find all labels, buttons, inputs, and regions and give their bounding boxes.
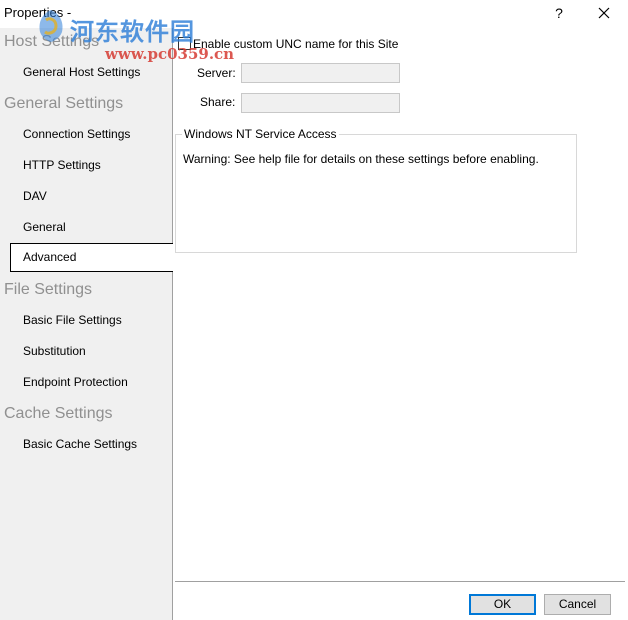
sidebar-item-http-settings[interactable]: HTTP Settings [10, 151, 172, 180]
sidebar-item-basic-file-settings[interactable]: Basic File Settings [10, 306, 172, 335]
server-field[interactable] [241, 63, 400, 83]
watermark-logo-icon [39, 10, 63, 42]
sidebar-item-connection-settings[interactable]: Connection Settings [10, 120, 172, 149]
watermark-url-text: www.pc0359.cn [105, 45, 235, 63]
help-button[interactable]: ? [548, 3, 570, 23]
sidebar-item-general[interactable]: General [10, 213, 172, 242]
share-field[interactable] [241, 93, 400, 113]
settings-sidebar: Host Settings General Host Settings Gene… [0, 28, 173, 620]
close-button[interactable] [590, 3, 618, 23]
sidebar-item-advanced[interactable]: Advanced [10, 243, 173, 272]
watermark-cn-text: 河东软件园 [70, 18, 195, 46]
group-header-general-settings: General Settings [4, 95, 124, 112]
cancel-button[interactable]: Cancel [544, 594, 611, 615]
sidebar-item-endpoint-protection[interactable]: Endpoint Protection [10, 368, 172, 397]
share-label: Share: [200, 95, 236, 109]
group-header-cache-settings: Cache Settings [4, 405, 113, 422]
sidebar-item-basic-cache-settings[interactable]: Basic Cache Settings [10, 430, 172, 459]
bottom-separator [175, 581, 625, 582]
sidebar-item-dav[interactable]: DAV [10, 182, 172, 211]
ok-button[interactable]: OK [469, 594, 536, 615]
group-header-file-settings: File Settings [4, 281, 93, 298]
server-label: Server: [197, 66, 236, 80]
sidebar-item-substitution[interactable]: Substitution [10, 337, 172, 366]
nt-service-warning: Warning: See help file for details on th… [183, 152, 539, 166]
nt-service-access-title: Windows NT Service Access [182, 127, 339, 141]
close-icon [598, 7, 610, 19]
